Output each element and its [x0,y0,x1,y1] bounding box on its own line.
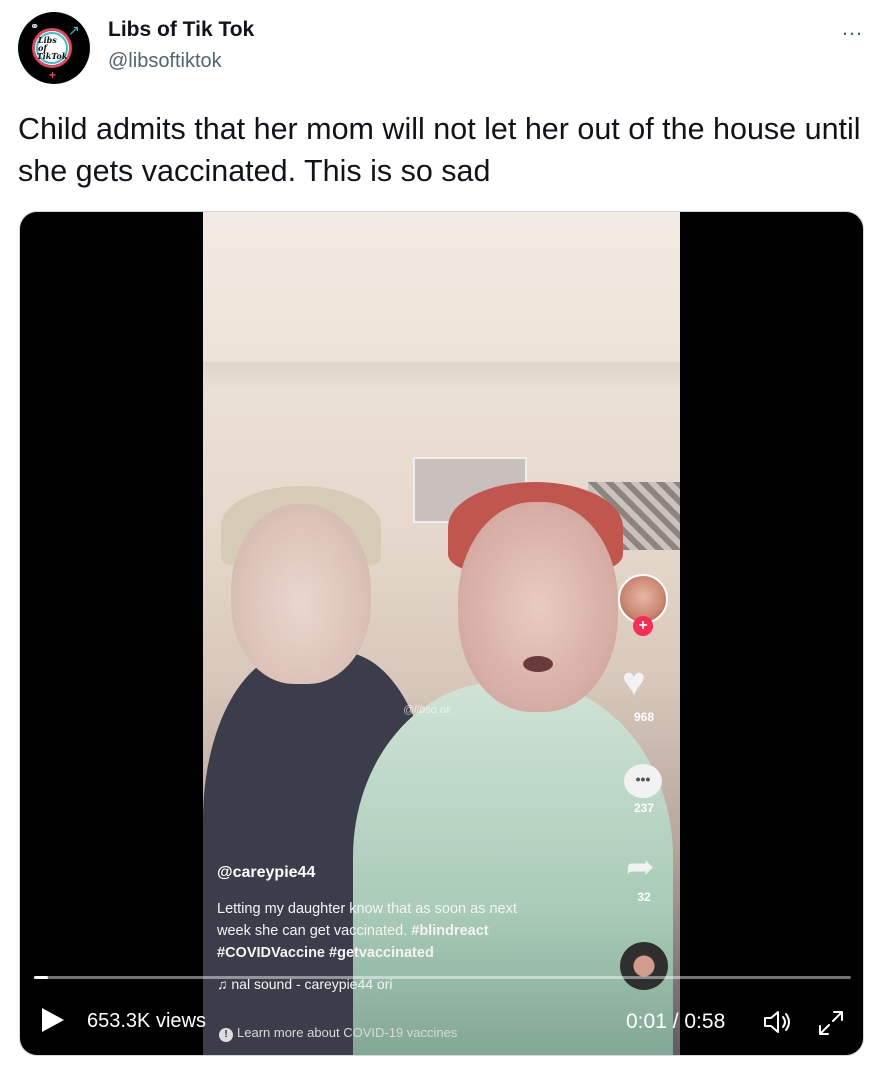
caption-line: week she can get vaccinated. #blindreact [217,923,489,939]
follow-plus-icon: + [633,616,653,636]
author-avatar[interactable]: ⚭ ↗ Libs of TikTok + [18,12,90,84]
share-icon: ➦ [626,848,655,886]
woman-mouth [523,656,553,672]
view-count: 653.3K views [87,1010,206,1032]
caption-hashtags: #COVIDVaccine #getvaccinated [217,945,434,961]
tiktok-watermark: @libso ok [403,704,452,716]
author-handle[interactable]: @libsoftiktok [108,50,222,73]
ceiling-shadow [203,362,680,392]
avatar-logo-text: Libs of TikTok [36,32,68,64]
hashtag: #blindreact [411,923,489,939]
video-player[interactable]: @libso ok + ♥ 968 ••• 237 ➦ 32 @careypie… [19,211,864,1056]
comment-icon: ••• [624,764,662,798]
tiktok-caption: Letting my daughter know that as soon as… [217,898,577,964]
progress-bar[interactable] [34,976,851,979]
tiktok-username: @careypie44 [217,864,316,881]
avatar-logo-ring: Libs of TikTok [32,28,72,68]
avatar-cross-icon: + [49,68,57,82]
play-icon[interactable] [42,1008,64,1032]
comment-count: 237 [633,801,655,815]
heart-icon: ♥ [622,660,646,704]
info-icon: ! [219,1028,233,1042]
caption-line: Letting my daughter know that as soon as… [217,901,517,917]
covid-info-banner: ! Learn more about COVID-19 vaccines [219,1025,457,1042]
volume-icon[interactable] [762,1008,794,1036]
tweet-header: ⚭ ↗ Libs of TikTok + Libs of Tik Tok @li… [18,12,870,84]
more-icon[interactable]: … [841,17,864,39]
music-disc-icon [620,942,668,990]
girl-face [231,504,371,684]
share-count: 32 [637,890,651,904]
avatar-symbol-icon: ⚭ [30,21,40,33]
avatar-arrow-icon: ↗ [68,22,80,38]
woman-face [458,502,618,712]
tweet-text: Child admits that her mom will not let h… [18,112,861,188]
video-frame[interactable]: @libso ok + ♥ 968 ••• 237 ➦ 32 @careypie… [203,212,680,1055]
time-display: 0:01 / 0:58 [626,1010,726,1033]
woman-figure [353,682,673,1055]
expand-icon[interactable] [816,1008,846,1038]
like-count: 968 [633,710,655,724]
author-name[interactable]: Libs of Tik Tok [108,18,254,42]
progress-fill [34,976,48,979]
